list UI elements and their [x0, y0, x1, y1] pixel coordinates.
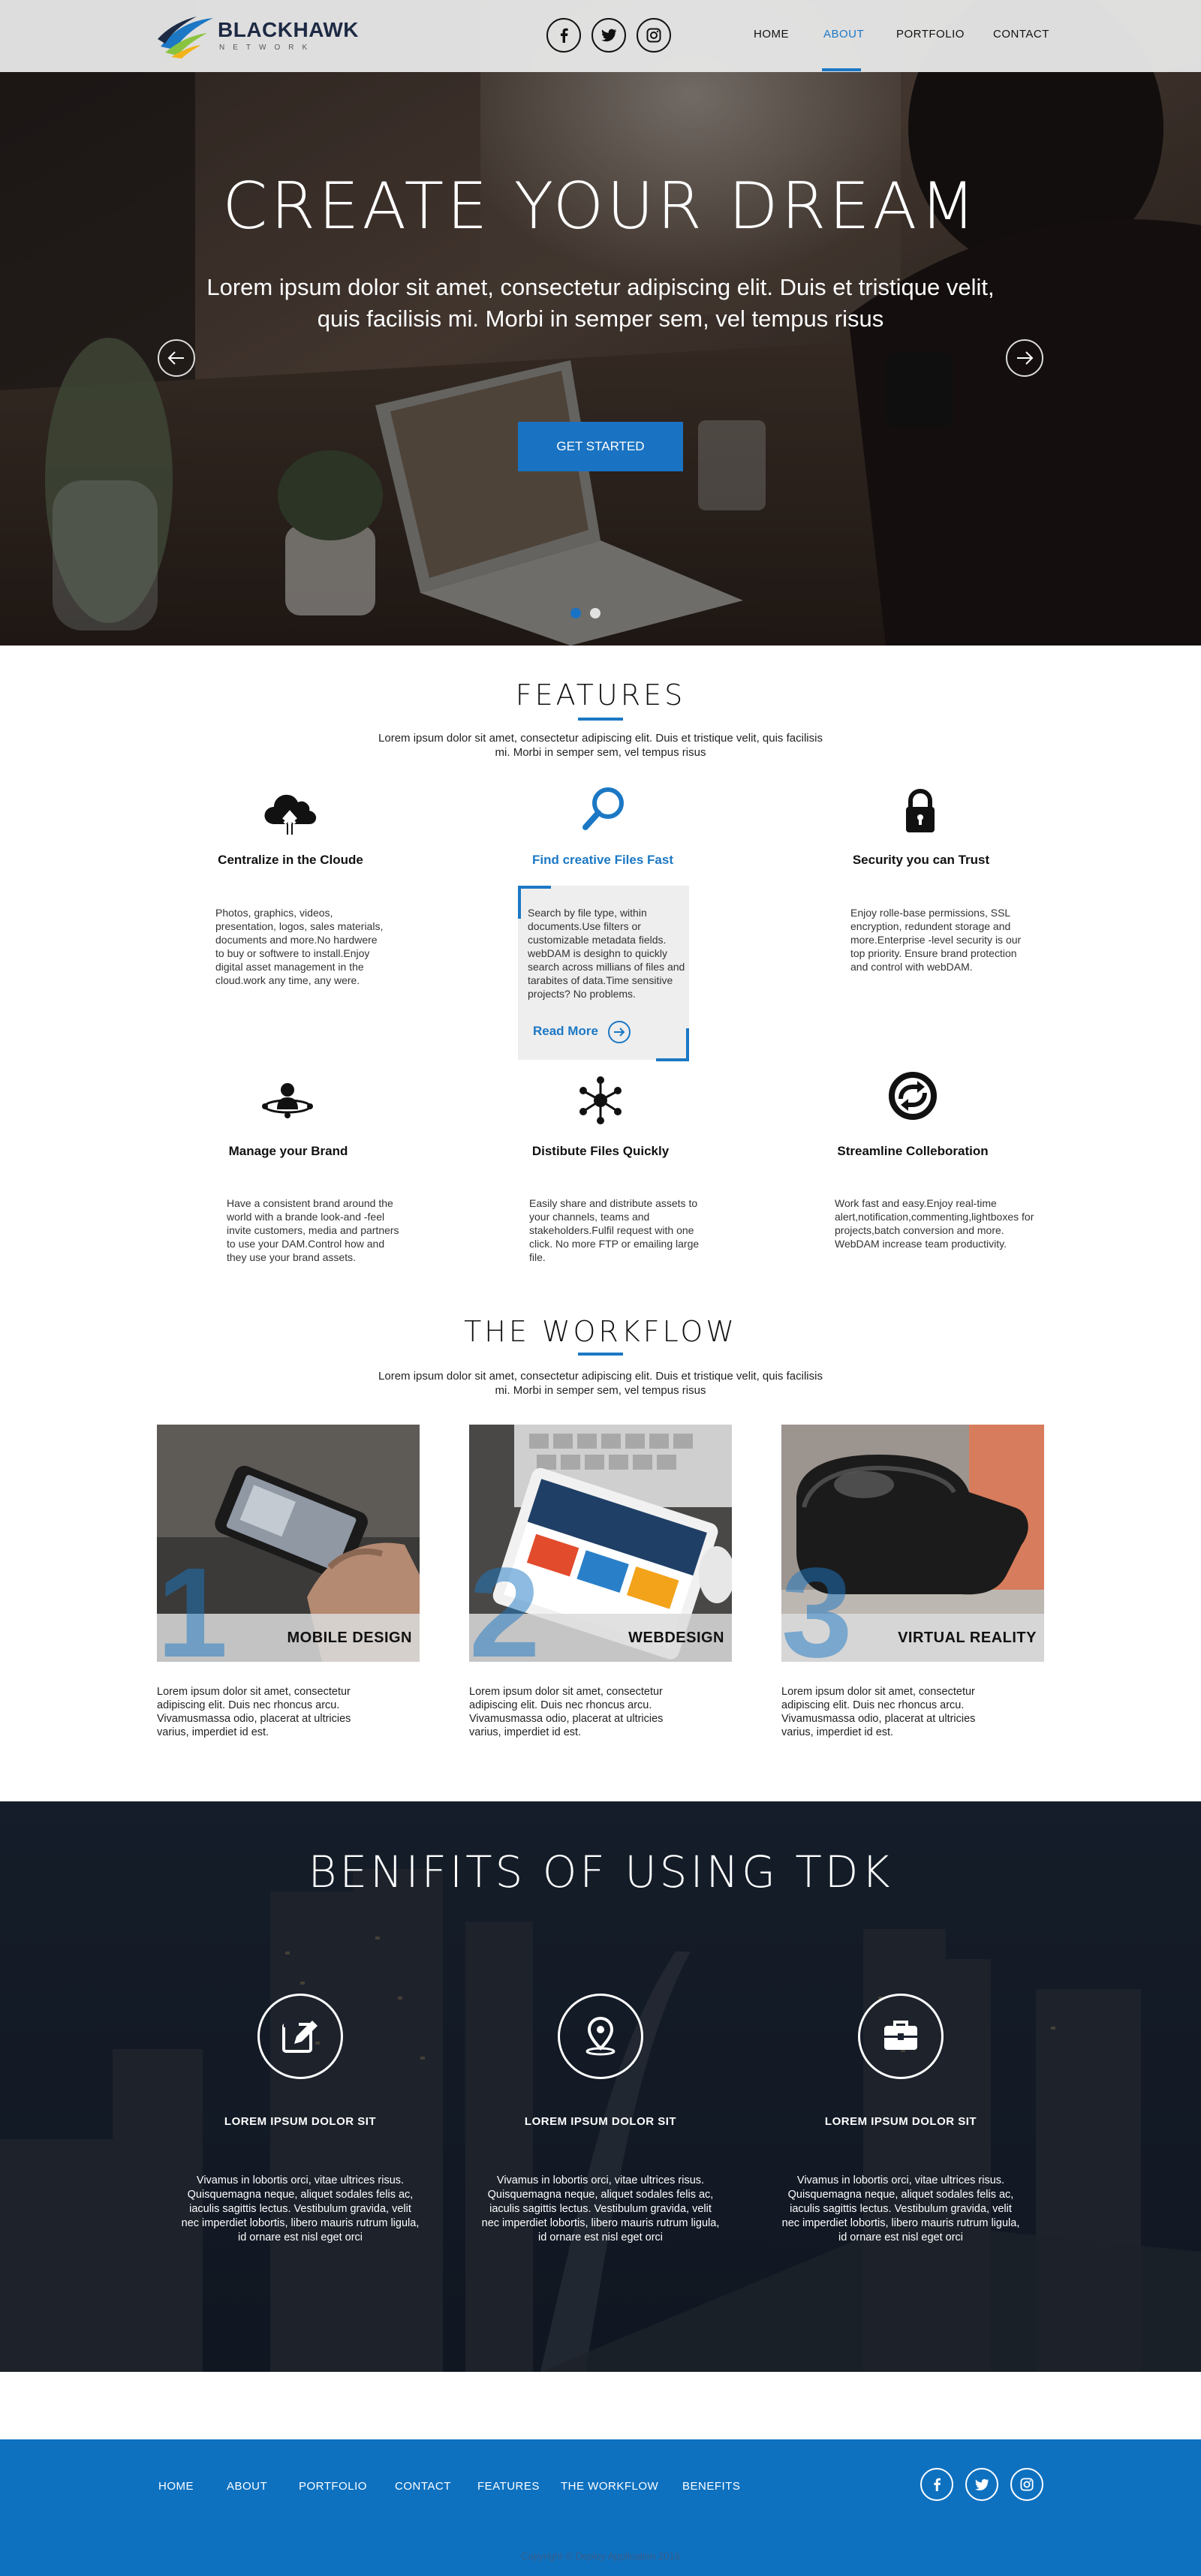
- footer-twitter-link[interactable]: [965, 2468, 998, 2501]
- cloud-upload-icon: [264, 794, 317, 835]
- feature-title-find-files[interactable]: Find creative Files Fast: [445, 853, 760, 868]
- get-started-button[interactable]: GET STARTED: [518, 422, 683, 471]
- footer-link-features[interactable]: FEATURES: [477, 2480, 540, 2493]
- arrow-right-icon: [1017, 351, 1034, 365]
- site-header: BLACKHAWK NETWORK HOME ABOUT PORTFOLIO C…: [0, 0, 1201, 72]
- slider-dots: [570, 608, 600, 618]
- features-title: FEATURES: [515, 679, 686, 712]
- workflow-text-virtual-reality: Lorem ipsum dolor sit amet, consectetur …: [781, 1686, 976, 1738]
- workflow-title: THE WORKFLOW: [464, 1315, 737, 1348]
- card-corner-accent: [656, 1028, 689, 1061]
- header-instagram-link[interactable]: [637, 18, 671, 53]
- logo[interactable]: BLACKHAWK NETWORK: [158, 14, 359, 59]
- network-icon: [579, 1076, 622, 1124]
- feature-text-brand: Have a consistent brand around the world…: [227, 1197, 399, 1263]
- feature-text-distribute: Easily share and distribute assets to yo…: [529, 1197, 700, 1263]
- benefit-icon-circle: [858, 1994, 944, 2079]
- twitter-icon: [601, 29, 616, 42]
- feature-title-security: Security you can Trust: [852, 853, 990, 867]
- benefit-icon-circle: [558, 1994, 643, 2079]
- location-pin-icon: [585, 2016, 616, 2056]
- feature-text-collaboration: Work fast and easy.Enjoy real-time alert…: [835, 1197, 1034, 1250]
- header-twitter-link[interactable]: [591, 18, 626, 53]
- instagram-icon: [1020, 2478, 1034, 2491]
- hero-section: CREATE YOUR DREAM Lorem ipsum dolor sit …: [0, 0, 1201, 646]
- card-label: VIRTUAL REALITY: [898, 1630, 1037, 1646]
- workflow-card-mobile-design[interactable]: 1 MOBILE DESIGN: [157, 1425, 420, 1662]
- hawk-logo-icon: [158, 17, 213, 59]
- footer-link-workflow[interactable]: THE WORKFLOW: [561, 2480, 658, 2493]
- benefit-text: Vivamus in lobortis orci, vitae ultrices…: [481, 2174, 720, 2243]
- benefit-heading: LOREM IPSUM DOLOR SIT: [824, 2115, 977, 2128]
- workflow-text-mobile-design: Lorem ipsum dolor sit amet, consectetur …: [157, 1686, 351, 1738]
- edit-icon: [282, 2021, 318, 2053]
- slider-next-button[interactable]: [1006, 339, 1043, 377]
- nav-home[interactable]: HOME: [754, 28, 789, 41]
- arrow-left-icon: [167, 351, 184, 365]
- footer-link-contact[interactable]: CONTACT: [395, 2480, 451, 2493]
- briefcase-icon: [884, 2021, 917, 2050]
- arrow-right-icon: [614, 1028, 625, 1037]
- read-more-arrow-button[interactable]: [608, 1021, 631, 1043]
- workflow-card-virtual-reality[interactable]: 3 VIRTUAL REALITY: [781, 1425, 1044, 1662]
- benefits-title: BENIFITS OF USING TDK: [308, 1846, 893, 1897]
- features-title-underline: [578, 718, 623, 721]
- hero-subtitle: Lorem ipsum dolor sit amet, consectetur …: [206, 274, 995, 332]
- workflow-card-webdesign[interactable]: 2 WEBDESIGN: [469, 1425, 732, 1662]
- workflow-title-underline: [578, 1353, 623, 1356]
- footer-link-benefits[interactable]: BENEFITS: [682, 2480, 740, 2493]
- benefit-text: Vivamus in lobortis orci, vitae ultrices…: [181, 2174, 420, 2243]
- workflow-text-webdesign: Lorem ipsum dolor sit amet, consectetur …: [469, 1686, 664, 1738]
- facebook-icon: [934, 2478, 941, 2491]
- read-more-link[interactable]: Read More: [533, 1024, 598, 1039]
- slider-dot-active[interactable]: [570, 608, 581, 618]
- feature-title-distribute: Distibute Files Quickly: [531, 1144, 670, 1158]
- slider-prev-button[interactable]: [158, 339, 195, 377]
- feature-title-brand: Manage your Brand: [228, 1144, 348, 1158]
- card-label: MOBILE DESIGN: [287, 1630, 412, 1646]
- card-number: 2: [469, 1542, 540, 1662]
- feature-text-find-files: Search by file type, within documents.Us…: [528, 907, 685, 1000]
- site-footer: HOME ABOUT PORTFOLIO CONTACT FEATURES TH…: [0, 2439, 1201, 2576]
- card-number: 1: [157, 1542, 228, 1662]
- features-description: Lorem ipsum dolor sit amet, consectetur …: [378, 732, 823, 759]
- benefit-heading: LOREM IPSUM DOLOR SIT: [224, 2115, 377, 2128]
- card-number: 3: [781, 1542, 853, 1662]
- header-facebook-link[interactable]: [546, 18, 581, 53]
- instagram-icon: [646, 28, 661, 43]
- facebook-icon: [561, 28, 568, 43]
- benefit-icon-circle: [257, 1994, 343, 2079]
- nav-contact[interactable]: CONTACT: [993, 28, 1049, 41]
- sync-icon: [889, 1072, 937, 1120]
- card-label: WEBDESIGN: [628, 1630, 724, 1646]
- benefit-heading: LOREM IPSUM DOLOR SIT: [524, 2115, 677, 2128]
- twitter-icon: [975, 2478, 989, 2490]
- lock-icon: [906, 788, 935, 832]
- footer-link-about[interactable]: ABOUT: [227, 2480, 267, 2493]
- feature-text-security: Enjoy rolle-base permissions, SSL encryp…: [850, 907, 1022, 973]
- footer-link-home[interactable]: HOME: [158, 2480, 194, 2493]
- benefit-text: Vivamus in lobortis orci, vitae ultrices…: [781, 2174, 1020, 2243]
- footer-facebook-link[interactable]: [920, 2468, 953, 2501]
- brand-user-icon: [262, 1083, 313, 1118]
- footer-link-portfolio[interactable]: PORTFOLIO: [299, 2480, 367, 2493]
- nav-active-indicator: [822, 68, 861, 71]
- nav-portfolio[interactable]: PORTFOLIO: [896, 28, 965, 41]
- feature-title-collaboration: Streamline Colleboration: [837, 1144, 989, 1158]
- search-icon[interactable]: [573, 781, 634, 841]
- logo-title: BLACKHAWK: [218, 18, 360, 41]
- benefits-section: BENIFITS OF USING TDK LOREM IPSUM DOLOR …: [0, 1801, 1201, 2372]
- logo-subtitle: NETWORK: [219, 44, 316, 52]
- feature-text-centralize: Photos, graphics, videos, presentation, …: [215, 907, 384, 986]
- workflow-description: Lorem ipsum dolor sit amet, consectetur …: [378, 1370, 823, 1397]
- copyright-text: Copyright © Deploy Application 2016: [521, 2550, 680, 2562]
- slider-dot[interactable]: [590, 608, 600, 618]
- nav-about[interactable]: ABOUT: [823, 28, 864, 41]
- footer-instagram-link[interactable]: [1010, 2468, 1043, 2501]
- hero-title: CREATE YOUR DREAM: [222, 169, 979, 244]
- feature-title-centralize: Centralize in the Cloude: [218, 853, 363, 867]
